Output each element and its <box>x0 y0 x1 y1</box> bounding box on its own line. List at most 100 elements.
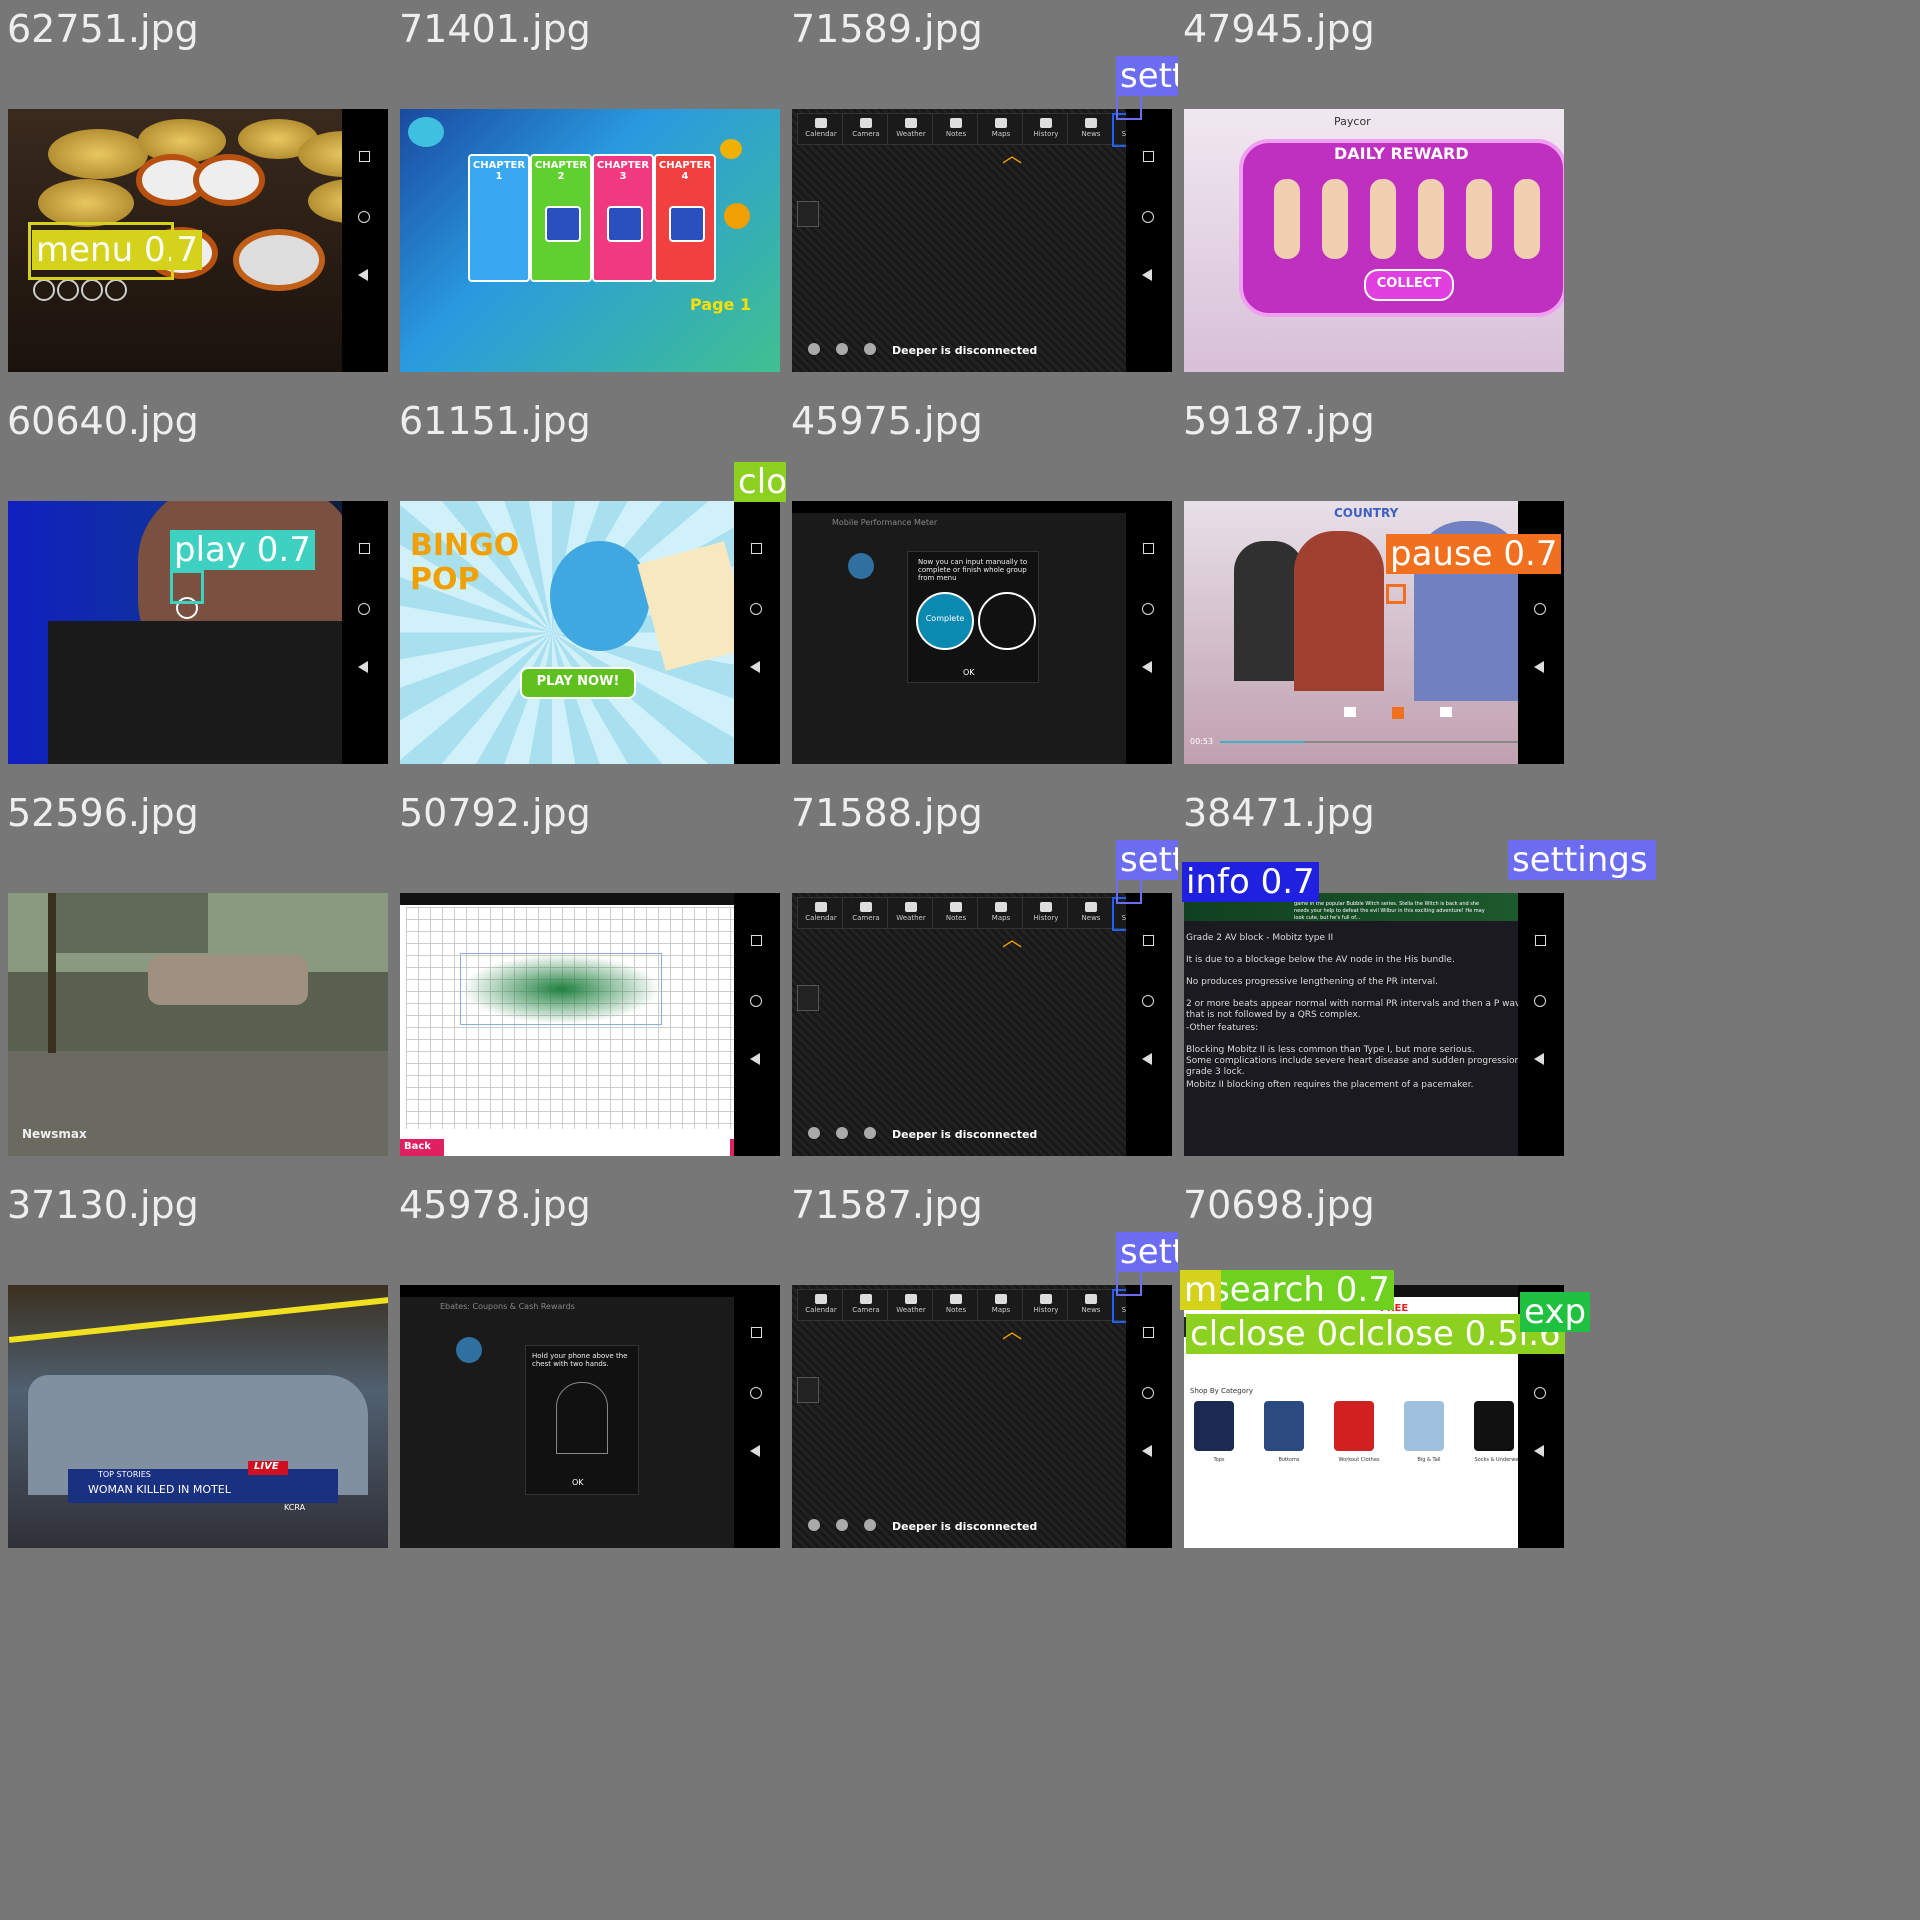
character-figure[interactable] <box>1370 179 1396 259</box>
toolbar-calendar-button[interactable]: Calendar <box>797 1289 845 1321</box>
back-icon[interactable] <box>750 1445 760 1457</box>
chapter-2-card[interactable]: CHAPTER 2 <box>530 154 592 282</box>
side-tool-icon[interactable] <box>797 1377 819 1403</box>
back-icon[interactable] <box>750 1053 760 1065</box>
recents-icon[interactable] <box>1143 151 1154 162</box>
drum[interactable] <box>193 154 265 206</box>
category-image[interactable] <box>1474 1401 1514 1451</box>
category-image[interactable] <box>1194 1401 1234 1451</box>
recents-icon[interactable] <box>1143 1327 1154 1338</box>
toolbar-calendar-button[interactable]: Calendar <box>797 113 845 145</box>
back-icon[interactable] <box>358 661 368 673</box>
toolbar-camera-button[interactable]: Camera <box>842 113 890 145</box>
screenshot-thumbnail[interactable]: TOP STORIES WOMAN KILLED IN MOTEL LIVE KCRA <box>8 1285 388 1548</box>
recents-icon[interactable] <box>751 1327 762 1338</box>
screenshot-thumbnail[interactable]: 4:19Ebates: Coupons & Cash RewardsHold y… <box>400 1285 780 1548</box>
back-icon[interactable] <box>1142 1445 1152 1457</box>
snare-drum[interactable] <box>233 229 325 291</box>
toolbar-notes-button[interactable]: Notes <box>932 897 980 929</box>
screenshot-thumbnail[interactable]: Newsmax <box>8 893 388 1156</box>
volume-icon[interactable] <box>456 1337 482 1363</box>
home-icon[interactable] <box>358 211 370 223</box>
screenshot-thumbnail[interactable]: 7:32BackDo <box>400 893 780 1156</box>
home-icon[interactable] <box>358 603 370 615</box>
back-icon[interactable] <box>1142 269 1152 281</box>
character-figure[interactable] <box>1322 179 1348 259</box>
category-image[interactable] <box>1334 1401 1374 1451</box>
screenshot-thumbnail[interactable]: game in the popular Bubble Witch series.… <box>1184 893 1564 1156</box>
screenshot-thumbnail[interactable]: Calendar Camera Weather Notes Maps History New… <box>792 1285 1172 1548</box>
play-icon[interactable] <box>57 279 79 301</box>
character-figure[interactable] <box>1274 179 1300 259</box>
volume-icon[interactable] <box>848 553 874 579</box>
menu-icon[interactable] <box>33 279 55 301</box>
side-tool-icon[interactable] <box>797 201 819 227</box>
chapter-3-card[interactable]: CHAPTER 3 <box>592 154 654 282</box>
home-icon[interactable] <box>750 1387 762 1399</box>
recents-icon[interactable] <box>1143 935 1154 946</box>
rewind-icon[interactable] <box>1344 707 1356 717</box>
screenshot-thumbnail[interactable]: 4:18Mobile Performance MeterNow you can … <box>792 501 1172 764</box>
back-icon[interactable] <box>1534 1053 1544 1065</box>
toolbar-camera-button[interactable]: Camera <box>842 897 890 929</box>
zz-icon[interactable] <box>836 343 848 355</box>
complete-circle-button[interactable]: Complete <box>916 592 974 650</box>
volume-icon[interactable] <box>864 343 876 355</box>
back-icon[interactable] <box>1534 1445 1544 1457</box>
recents-icon[interactable] <box>359 151 370 162</box>
screenshot-thumbnail[interactable]: Calendar Camera Weather Notes Maps History New… <box>792 893 1172 1156</box>
chapter-4-card[interactable]: CHAPTER 4 <box>654 154 716 282</box>
screenshot-thumbnail[interactable]: Calendar Camera Weather Notes Maps History New… <box>792 109 1172 372</box>
toolbar-weather-button[interactable]: Weather <box>887 113 935 145</box>
next-page-icon[interactable] <box>724 203 750 229</box>
cymbal[interactable] <box>48 129 148 179</box>
category-image[interactable] <box>1264 1401 1304 1451</box>
toolbar-news-button[interactable]: News <box>1067 897 1115 929</box>
recents-icon[interactable] <box>1143 543 1154 554</box>
home-icon[interactable] <box>1142 1387 1154 1399</box>
eject-icon[interactable] <box>978 592 1036 650</box>
toolbar-calendar-button[interactable]: Calendar <box>797 897 845 929</box>
home-icon[interactable] <box>1534 995 1546 1007</box>
back-icon[interactable] <box>1142 661 1152 673</box>
recents-icon[interactable] <box>751 935 762 946</box>
character-figure[interactable] <box>1418 179 1444 259</box>
zz-icon[interactable] <box>836 1127 848 1139</box>
anchor-icon[interactable] <box>808 1127 820 1139</box>
recents-icon[interactable] <box>751 543 762 554</box>
character-figure[interactable] <box>1514 179 1540 259</box>
home-icon[interactable] <box>1142 603 1154 615</box>
screenshot-thumbnail[interactable]: DAILY REWARD COLLECT Paycor <box>1184 109 1564 372</box>
back-icon[interactable] <box>358 269 368 281</box>
screenshot-thumbnail[interactable]: BINGO POP PLAY NOW! <box>400 501 780 764</box>
toolbar-history-button[interactable]: History <box>1022 897 1070 929</box>
home-icon[interactable] <box>750 995 762 1007</box>
toolbar-notes-button[interactable]: Notes <box>932 1289 980 1321</box>
back-icon[interactable] <box>750 661 760 673</box>
character-figure[interactable] <box>1466 179 1492 259</box>
zz-icon[interactable] <box>836 1519 848 1531</box>
recents-icon[interactable] <box>359 543 370 554</box>
collect-button[interactable]: COLLECT <box>1364 269 1454 301</box>
volume-icon[interactable] <box>864 1519 876 1531</box>
pause-icon[interactable] <box>1392 707 1404 719</box>
toolbar-camera-button[interactable]: Camera <box>842 1289 890 1321</box>
back-icon[interactable] <box>1534 661 1544 673</box>
settings-icon[interactable] <box>81 279 103 301</box>
back-icon[interactable] <box>105 279 127 301</box>
home-icon[interactable] <box>1142 211 1154 223</box>
play-now-button[interactable]: PLAY NOW! <box>520 667 636 699</box>
toolbar-history-button[interactable]: History <box>1022 113 1070 145</box>
home-icon[interactable] <box>1534 603 1546 615</box>
recents-icon[interactable] <box>1535 935 1546 946</box>
category-image[interactable] <box>1404 1401 1444 1451</box>
toolbar-notes-button[interactable]: Notes <box>932 113 980 145</box>
back-icon[interactable] <box>1142 1053 1152 1065</box>
toolbar-history-button[interactable]: History <box>1022 1289 1070 1321</box>
side-tool-icon[interactable] <box>797 985 819 1011</box>
logo-artwork[interactable] <box>460 953 662 1025</box>
toolbar-weather-button[interactable]: Weather <box>887 897 935 929</box>
home-icon[interactable] <box>1142 995 1154 1007</box>
volume-icon[interactable] <box>864 1127 876 1139</box>
back-button[interactable]: Back <box>400 1139 444 1156</box>
